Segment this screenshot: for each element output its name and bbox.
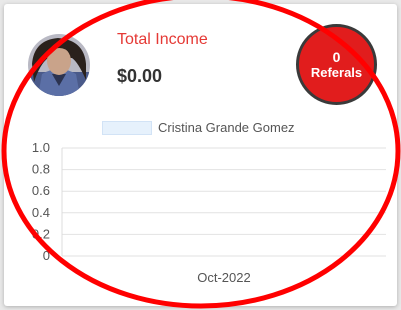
y-tick-label: 0 (43, 248, 50, 263)
x-axis: Oct-2022 (197, 270, 250, 285)
income-chart: 1.0 0.8 0.6 0.4 0.2 0 Oct-2022 (32, 140, 386, 285)
y-axis: 1.0 0.8 0.6 0.4 0.2 0 (32, 140, 50, 263)
y-tick-label: 0.2 (32, 226, 50, 241)
y-tick-label: 0.4 (32, 205, 50, 220)
x-tick-label: Oct-2022 (197, 270, 250, 285)
y-tick-label: 1.0 (32, 140, 50, 155)
income-card: Total Income $0.00 0 Referals Cristina G… (4, 4, 397, 306)
y-tick-label: 0.8 (32, 162, 50, 177)
y-tick-label: 0.6 (32, 183, 50, 198)
chart-grid (61, 147, 386, 257)
